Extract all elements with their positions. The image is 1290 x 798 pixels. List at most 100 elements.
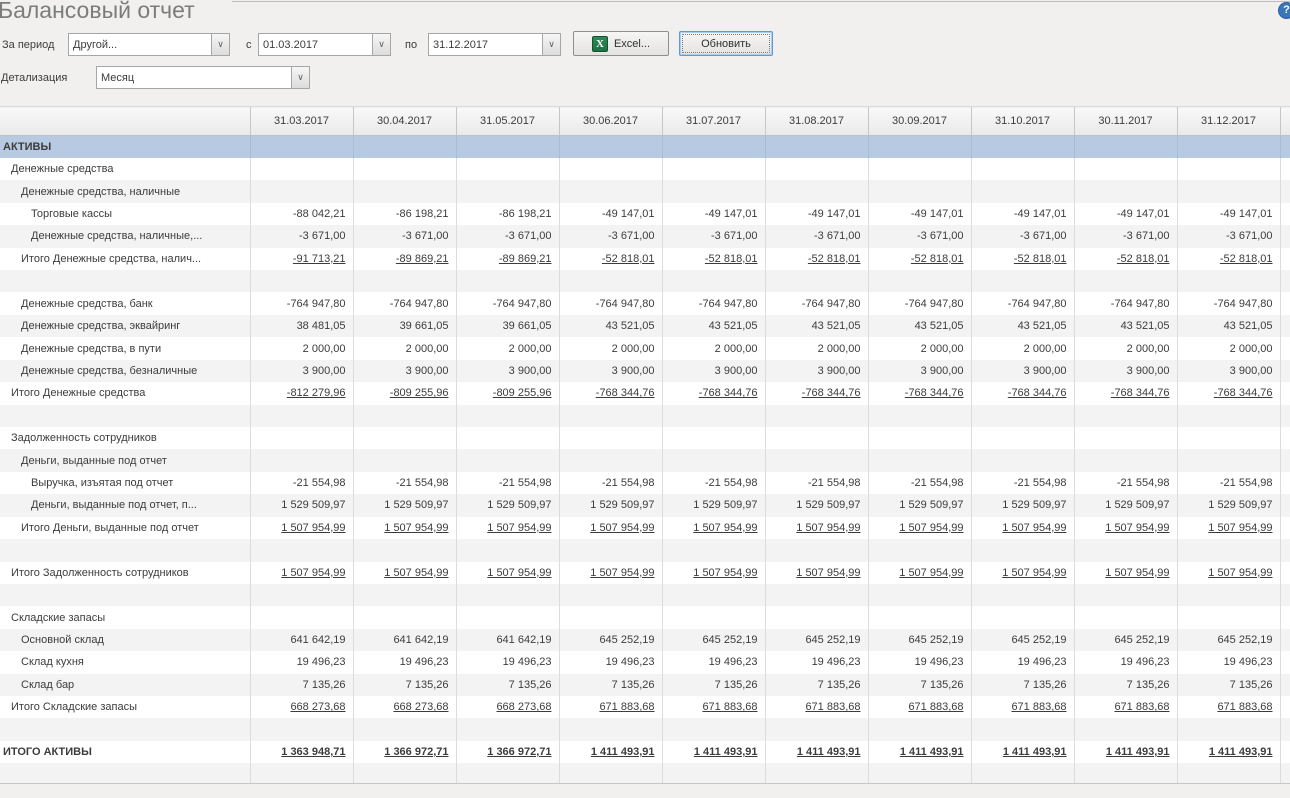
- value-cell[interactable]: 671 883,68: [662, 696, 765, 718]
- excel-button[interactable]: X Excel...: [573, 31, 669, 56]
- row-label[interactable]: Денежные средства, банк: [0, 292, 250, 314]
- value-cell[interactable]: 1 411 493,91: [765, 741, 868, 763]
- row-label[interactable]: Задолженность сотрудников: [0, 427, 250, 449]
- value-cell[interactable]: 1 507 954,99: [662, 517, 765, 539]
- value-cell[interactable]: 1 366 972,71: [353, 741, 456, 763]
- value-cell[interactable]: 671 883,68: [1177, 696, 1280, 718]
- value-cell[interactable]: 1 366 972,71: [456, 741, 559, 763]
- row-label[interactable]: АКТИВЫ: [0, 136, 250, 158]
- row-label[interactable]: Итого Денежные средства: [0, 382, 250, 404]
- value-cell[interactable]: 1 507 954,99: [765, 562, 868, 584]
- row-label[interactable]: Денежные средства, наличные: [0, 180, 250, 202]
- value-cell[interactable]: 1 507 954,99: [971, 517, 1074, 539]
- row-label[interactable]: Выручка, изъятая под отчет: [0, 472, 250, 494]
- value-cell[interactable]: 1 411 493,91: [971, 741, 1074, 763]
- value-cell[interactable]: -52 818,01: [662, 248, 765, 270]
- value-cell[interactable]: 1 411 493,91: [868, 741, 971, 763]
- value-cell[interactable]: -768 344,76: [662, 382, 765, 404]
- value-cell[interactable]: 1 507 954,99: [1177, 517, 1280, 539]
- row-label[interactable]: Денежные средства, безналичные: [0, 360, 250, 382]
- value-cell[interactable]: 1 507 954,99: [456, 517, 559, 539]
- row-label[interactable]: Деньги, выданные под отчет, п...: [0, 494, 250, 516]
- value-cell[interactable]: 1 507 954,99: [559, 517, 662, 539]
- value-cell[interactable]: 671 883,68: [971, 696, 1074, 718]
- value-cell[interactable]: 668 273,68: [353, 696, 456, 718]
- value-cell[interactable]: -52 818,01: [765, 248, 868, 270]
- value-cell[interactable]: 1 507 954,99: [868, 562, 971, 584]
- value-cell[interactable]: 1 411 493,91: [1177, 741, 1280, 763]
- value-cell[interactable]: 1 507 954,99: [662, 562, 765, 584]
- value-cell[interactable]: 671 883,68: [868, 696, 971, 718]
- row-label[interactable]: Итого Задолженность сотрудников: [0, 562, 250, 584]
- value-cell: [1177, 158, 1280, 180]
- value-cell[interactable]: 1 411 493,91: [662, 741, 765, 763]
- row-label[interactable]: Денежные средства, эквайринг: [0, 315, 250, 337]
- value-cell[interactable]: -52 818,01: [1177, 248, 1280, 270]
- value-cell[interactable]: -768 344,76: [1177, 382, 1280, 404]
- value-cell[interactable]: 1 507 954,99: [1177, 562, 1280, 584]
- value-cell[interactable]: -52 818,01: [559, 248, 662, 270]
- value-cell[interactable]: 1 507 954,99: [250, 517, 353, 539]
- value-cell[interactable]: 668 273,68: [456, 696, 559, 718]
- value-cell[interactable]: 1 507 954,99: [1074, 517, 1177, 539]
- value-cell[interactable]: -809 255,96: [353, 382, 456, 404]
- row-label[interactable]: Основной склад: [0, 629, 250, 651]
- value-cell[interactable]: 1 507 954,99: [971, 562, 1074, 584]
- value-cell: [456, 136, 559, 158]
- value-cell[interactable]: 1 507 954,99: [456, 562, 559, 584]
- help-icon[interactable]: ?: [1278, 2, 1290, 19]
- chevron-down-icon[interactable]: ∨: [291, 67, 309, 88]
- value-cell[interactable]: -812 279,96: [250, 382, 353, 404]
- value-cell[interactable]: -768 344,76: [765, 382, 868, 404]
- value-cell[interactable]: 1 411 493,91: [1074, 741, 1177, 763]
- value-cell[interactable]: -89 869,21: [353, 248, 456, 270]
- period-select[interactable]: Другой... ∨: [68, 33, 230, 56]
- date-to-select[interactable]: 31.12.2017 ∨: [428, 33, 561, 56]
- value-cell: [1074, 136, 1177, 158]
- row-label[interactable]: Итого Складские запасы: [0, 696, 250, 718]
- value-cell[interactable]: -52 818,01: [868, 248, 971, 270]
- chevron-down-icon[interactable]: ∨: [542, 34, 560, 55]
- row-label[interactable]: Складские запасы: [0, 606, 250, 628]
- row-label[interactable]: ИТОГО АКТИВЫ: [0, 741, 250, 763]
- row-label[interactable]: Склад бар: [0, 674, 250, 696]
- value-cell[interactable]: 1 507 954,99: [559, 562, 662, 584]
- row-label[interactable]: Торговые кассы: [0, 203, 250, 225]
- value-cell[interactable]: 1 507 954,99: [250, 562, 353, 584]
- detail-select[interactable]: Месяц ∨: [96, 66, 310, 89]
- value-cell[interactable]: 1 507 954,99: [1074, 562, 1177, 584]
- value-cell[interactable]: 671 883,68: [559, 696, 662, 718]
- value-cell[interactable]: -91 713,21: [250, 248, 353, 270]
- value-cell[interactable]: -768 344,76: [868, 382, 971, 404]
- value-cell[interactable]: -768 344,76: [971, 382, 1074, 404]
- refresh-button[interactable]: Обновить: [679, 31, 773, 56]
- chevron-down-icon[interactable]: ∨: [372, 34, 390, 55]
- value-cell[interactable]: 1 507 954,99: [353, 517, 456, 539]
- value-cell[interactable]: -768 344,76: [1074, 382, 1177, 404]
- value-cell[interactable]: 671 883,68: [1074, 696, 1177, 718]
- value-cell: [765, 539, 868, 561]
- row-label[interactable]: Денежные средства, в пути: [0, 337, 250, 359]
- row-label[interactable]: Деньги, выданные под отчет: [0, 449, 250, 471]
- row-label[interactable]: Итого Денежные средства, налич...: [0, 248, 250, 270]
- value-cell[interactable]: 1 507 954,99: [353, 562, 456, 584]
- value-cell[interactable]: -768 344,76: [559, 382, 662, 404]
- value-cell[interactable]: -89 869,21: [456, 248, 559, 270]
- date-column-header: 31.12.2017: [1177, 107, 1280, 136]
- value-cell[interactable]: 671 883,68: [765, 696, 868, 718]
- stub-cell: [1280, 449, 1290, 471]
- row-label[interactable]: Денежные средства: [0, 158, 250, 180]
- value-cell[interactable]: 1 507 954,99: [765, 517, 868, 539]
- value-cell[interactable]: -52 818,01: [971, 248, 1074, 270]
- date-from-select[interactable]: 01.03.2017 ∨: [258, 33, 391, 56]
- row-label[interactable]: Итого Деньги, выданные под отчет: [0, 517, 250, 539]
- row-label[interactable]: Склад кухня: [0, 651, 250, 673]
- value-cell[interactable]: -52 818,01: [1074, 248, 1177, 270]
- chevron-down-icon[interactable]: ∨: [211, 34, 229, 55]
- value-cell[interactable]: 1 363 948,71: [250, 741, 353, 763]
- value-cell[interactable]: 1 411 493,91: [559, 741, 662, 763]
- value-cell[interactable]: 668 273,68: [250, 696, 353, 718]
- row-label[interactable]: Денежные средства, наличные,...: [0, 225, 250, 247]
- value-cell[interactable]: -809 255,96: [456, 382, 559, 404]
- value-cell[interactable]: 1 507 954,99: [868, 517, 971, 539]
